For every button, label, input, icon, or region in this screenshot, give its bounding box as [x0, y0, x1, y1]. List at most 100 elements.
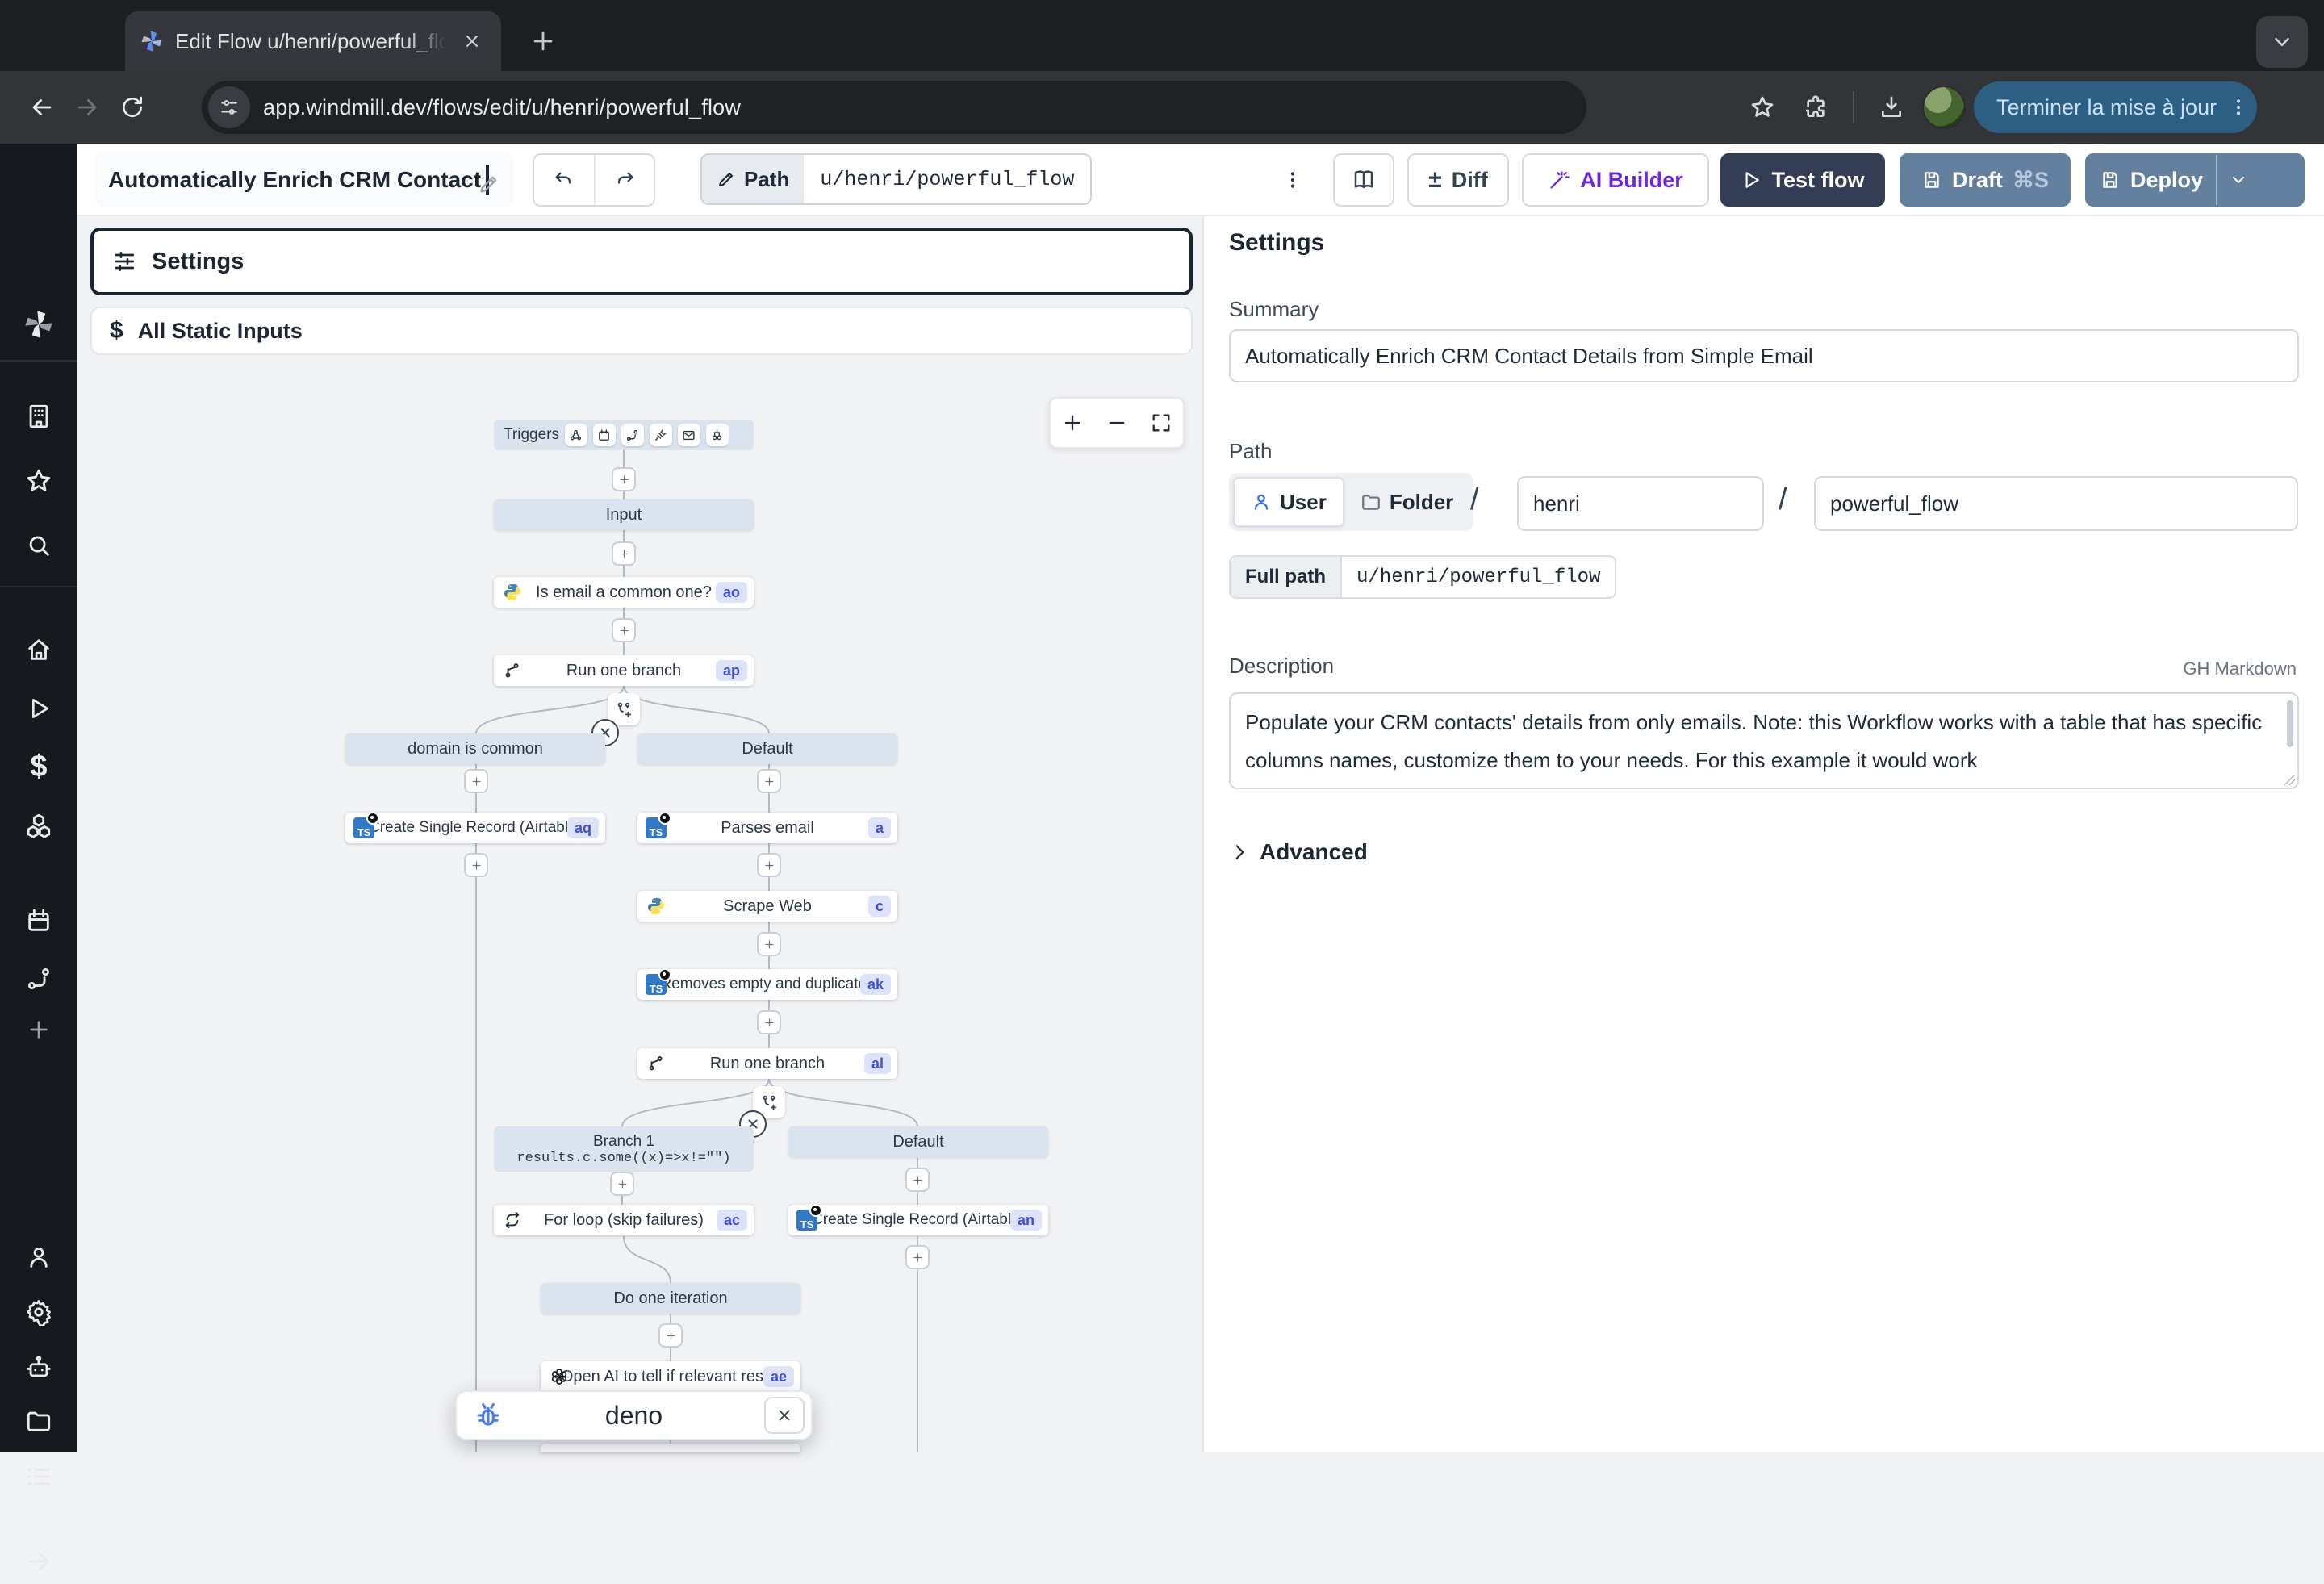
- node-branch-1[interactable]: Branch 1 results.c.some((x)=>x!=""): [494, 1126, 754, 1172]
- url-bar[interactable]: app.windmill.dev/flows/edit/u/henri/powe…: [202, 81, 1586, 134]
- route-trigger-icon[interactable]: [621, 424, 644, 446]
- draft-button[interactable]: Draft ⌘S: [1900, 153, 2071, 207]
- sidebar-item-variables[interactable]: $: [16, 744, 61, 789]
- zoom-out-button[interactable]: [1095, 399, 1139, 447]
- more-options-icon[interactable]: [1277, 158, 1309, 202]
- test-flow-button[interactable]: Test flow: [1720, 153, 1885, 207]
- poll-trigger-icon[interactable]: [706, 424, 729, 446]
- deploy-dropdown-chevron[interactable]: [2216, 155, 2259, 205]
- new-tab-button[interactable]: [523, 21, 563, 61]
- summary-input[interactable]: Automatically Enrich CRM Contact Details…: [1229, 329, 2299, 382]
- insert-step-button[interactable]: [464, 769, 488, 793]
- sidebar-item-users[interactable]: [16, 1235, 61, 1280]
- insert-step-button[interactable]: [610, 1172, 634, 1196]
- schedule-trigger-icon[interactable]: [593, 424, 616, 446]
- node-input[interactable]: Input: [494, 499, 754, 530]
- path-owner-input[interactable]: henri: [1517, 476, 1764, 531]
- fit-view-button[interactable]: [1139, 399, 1183, 447]
- node-branch-default-2[interactable]: Default: [788, 1126, 1048, 1157]
- site-info-icon[interactable]: [208, 86, 250, 128]
- path-name-input[interactable]: powerful_flow: [1814, 476, 2298, 531]
- tab-search-button[interactable]: [2256, 16, 2308, 68]
- advanced-section-toggle[interactable]: Advanced: [1229, 839, 1368, 865]
- node-do-one-iteration[interactable]: Do one iteration: [541, 1283, 800, 1314]
- close-tooltip-button[interactable]: [764, 1397, 805, 1434]
- node-run-one-branch-1[interactable]: Run one branch ap: [494, 655, 754, 686]
- sidebar-item-settings[interactable]: [16, 1289, 61, 1335]
- sidebar-item-schedules[interactable]: [16, 898, 61, 943]
- sidebar-item-folders[interactable]: [16, 1398, 61, 1444]
- deploy-button[interactable]: Deploy: [2085, 153, 2305, 207]
- node-branch-domain-is-common[interactable]: domain is common: [345, 733, 605, 764]
- back-icon[interactable]: [19, 85, 65, 130]
- insert-step-button[interactable]: [757, 853, 781, 877]
- docs-book-button[interactable]: [1333, 153, 1394, 207]
- undo-button[interactable]: [534, 155, 594, 205]
- webhook-trigger-icon[interactable]: [565, 424, 587, 446]
- reload-icon[interactable]: [110, 85, 155, 130]
- sidebar-item-add[interactable]: [16, 1007, 61, 1052]
- node-removes-duplicates[interactable]: TS Removes empty and duplicates ak: [637, 969, 897, 1000]
- diff-button[interactable]: ± Diff: [1407, 153, 1509, 207]
- pencil-icon: [717, 169, 736, 189]
- node-for-loop[interactable]: For loop (skip failures) ac: [494, 1205, 754, 1235]
- node-scrape-web[interactable]: Scrape Web c: [637, 891, 897, 922]
- tab-close-icon[interactable]: [458, 27, 487, 56]
- insert-step-button[interactable]: [905, 1168, 930, 1192]
- browser-update-button[interactable]: Terminer la mise à jour: [1974, 81, 2257, 133]
- sidebar-item-routes[interactable]: [16, 956, 61, 1001]
- node-branch-default-1[interactable]: Default: [637, 733, 897, 764]
- insert-step-button[interactable]: [757, 932, 781, 956]
- user-toggle-button[interactable]: User: [1233, 477, 1344, 527]
- node-run-one-branch-2[interactable]: Run one branch al: [637, 1048, 897, 1079]
- redo-button[interactable]: [594, 155, 654, 205]
- insert-step-button[interactable]: [612, 541, 636, 566]
- ai-builder-button[interactable]: AI Builder: [1522, 153, 1709, 207]
- insert-step-button[interactable]: [612, 467, 636, 491]
- insert-step-button[interactable]: [757, 769, 781, 793]
- path-owner-value: henri: [1533, 491, 1580, 516]
- windmill-logo[interactable]: [16, 302, 61, 347]
- zoom-in-button[interactable]: [1051, 399, 1095, 447]
- sidebar-item-resources[interactable]: [16, 803, 61, 848]
- textarea-scrollbar[interactable]: [2287, 700, 2293, 747]
- insert-step-button[interactable]: [464, 853, 488, 877]
- profile-avatar[interactable]: [1922, 86, 1966, 129]
- settings-panel-button[interactable]: Settings: [90, 228, 1193, 295]
- flow-title-input[interactable]: Automatically Enrich CRM Contact: [95, 153, 513, 207]
- sidebar-item-favorites[interactable]: [16, 458, 61, 504]
- typescript-deno-icon: TS: [644, 816, 668, 840]
- folder-toggle-button[interactable]: Folder: [1344, 477, 1469, 527]
- insert-step-button[interactable]: [658, 1323, 683, 1348]
- extensions-icon[interactable]: [1793, 85, 1838, 130]
- forward-icon[interactable]: [65, 85, 110, 130]
- insert-step-button[interactable]: [905, 1245, 930, 1269]
- node-openai-relevance[interactable]: Open AI to tell if relevant result ae: [541, 1361, 800, 1392]
- sidebar-item-logs[interactable]: [16, 1454, 61, 1499]
- sidebar-item-home[interactable]: [16, 627, 61, 672]
- node-create-single-record-1[interactable]: TS Create Single Record (Airtable) aq: [345, 813, 605, 843]
- sidebar-item-workspace[interactable]: [16, 394, 61, 439]
- insert-step-button[interactable]: [612, 618, 636, 642]
- sidebar-item-workers[interactable]: [16, 1345, 61, 1390]
- node-is-email-common[interactable]: Is email a common one? ao: [494, 577, 754, 608]
- insert-step-button[interactable]: [757, 1010, 781, 1034]
- typescript-deno-icon: TS: [644, 972, 668, 997]
- websocket-trigger-icon[interactable]: [650, 424, 672, 446]
- bookmark-star-icon[interactable]: [1740, 85, 1785, 130]
- sidebar-item-search[interactable]: [16, 523, 61, 568]
- node-partial-bottom[interactable]: [541, 1444, 800, 1452]
- description-textarea[interactable]: Populate your CRM contacts' details from…: [1229, 692, 2299, 789]
- download-icon[interactable]: [1869, 85, 1914, 130]
- browser-tab[interactable]: Edit Flow u/henri/powerful_flo: [125, 11, 501, 71]
- node-parses-email[interactable]: TS Parses email a: [637, 813, 897, 843]
- header-path-chip[interactable]: Path u/henri/powerful_flow: [700, 153, 1092, 205]
- sidebar-item-runs[interactable]: [16, 686, 61, 731]
- all-static-inputs-button[interactable]: $ All Static Inputs: [90, 307, 1193, 355]
- node-create-single-record-2[interactable]: TS Create Single Record (Airtable) an: [788, 1205, 1048, 1235]
- node-triggers[interactable]: Triggers: [494, 420, 754, 450]
- sidebar-expand-icon[interactable]: [16, 1539, 61, 1584]
- email-trigger-icon[interactable]: [678, 424, 700, 446]
- kebab-menu-icon[interactable]: [2228, 97, 2249, 118]
- textarea-resize-handle[interactable]: [2284, 774, 2295, 785]
